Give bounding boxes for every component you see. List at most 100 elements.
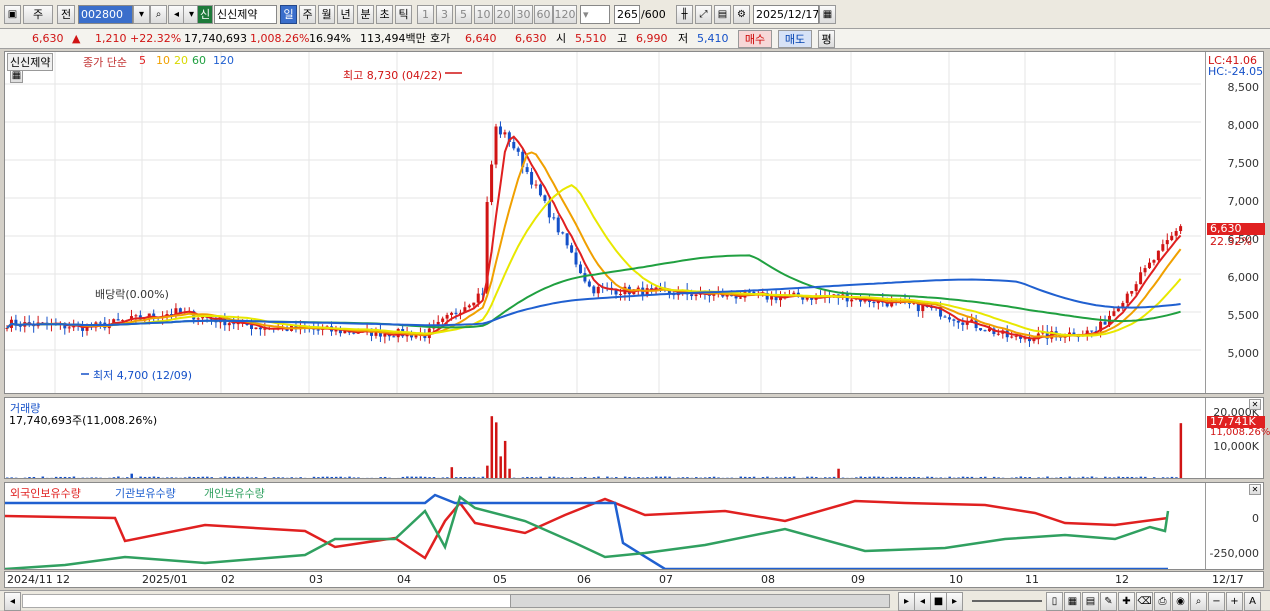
- volume-bar: [451, 467, 454, 478]
- ma-10[interactable]: 10: [156, 54, 170, 67]
- zoom-slider[interactable]: [972, 600, 1042, 602]
- price-panel[interactable]: LC:41.06 HC:-24.05 8,500 8,000 7,500 7,0…: [4, 51, 1264, 394]
- volume-bar: [908, 477, 911, 478]
- minute-60[interactable]: 60: [534, 5, 553, 24]
- play-icon[interactable]: ▸: [898, 592, 915, 611]
- step-back-icon[interactable]: ◂: [914, 592, 931, 611]
- panel-close-icon[interactable]: ✕: [1249, 399, 1261, 410]
- tool-icon[interactable]: ⤢: [695, 5, 712, 24]
- volume-bar: [628, 477, 631, 478]
- draw-icon[interactable]: ✎: [1100, 592, 1117, 611]
- stock-name-field[interactable]: 신신제약: [214, 5, 277, 24]
- magnifier-icon[interactable]: ⌕: [1190, 592, 1207, 611]
- volume-bar: [917, 477, 920, 478]
- volume-bar: [860, 477, 863, 478]
- volume-value: 17,740,693주(11,008.26%): [9, 412, 157, 428]
- ma-5[interactable]: 5: [139, 54, 146, 67]
- y-tick: 6,000: [1228, 271, 1260, 284]
- minute-10[interactable]: 10: [474, 5, 493, 24]
- ma-20[interactable]: 20: [174, 54, 188, 67]
- font-size-icon[interactable]: A: [1244, 592, 1261, 611]
- ma-label[interactable]: 종가 단순: [83, 54, 127, 70]
- ma-60[interactable]: 60: [192, 54, 206, 67]
- candle-body: [1010, 337, 1013, 338]
- settings-icon[interactable]: ⚙: [733, 5, 750, 24]
- print-icon[interactable]: ⎙: [1154, 592, 1171, 611]
- holding-panel[interactable]: 0 -250,000 외국인보유수량 기관보유수량 개인보유수량 ✕: [4, 482, 1264, 570]
- calendar-icon[interactable]: ▦: [819, 5, 836, 24]
- volume-chart[interactable]: [5, 398, 1201, 478]
- bar-count-input[interactable]: 265: [614, 5, 640, 24]
- scrollbar-thumb[interactable]: [510, 594, 890, 608]
- minute-5[interactable]: 5: [455, 5, 472, 24]
- camera-icon[interactable]: ◉: [1172, 592, 1189, 611]
- volume-bar: [833, 477, 836, 478]
- institution-holding-label[interactable]: 기관보유수량: [115, 485, 176, 501]
- volume-bar: [957, 477, 960, 478]
- minute-120[interactable]: 120: [553, 5, 577, 24]
- volume-bar: [1122, 477, 1125, 478]
- volume-bar: [1117, 477, 1120, 478]
- date-input[interactable]: 2025/12/17: [753, 5, 819, 24]
- volume-bar: [740, 477, 743, 478]
- grid-icon[interactable]: ▦: [1064, 592, 1081, 611]
- minute-1[interactable]: 1: [417, 5, 434, 24]
- eraser-icon[interactable]: ⌫: [1136, 592, 1153, 611]
- x-label: 12: [56, 573, 70, 586]
- individual-holding-label[interactable]: 개인보유수량: [204, 485, 265, 501]
- candle-icon[interactable]: ╫: [676, 5, 693, 24]
- period-tick[interactable]: 틱: [395, 5, 412, 24]
- candle-body: [557, 218, 560, 233]
- code-dropdown-icon[interactable]: ▾: [133, 5, 150, 24]
- minute-20[interactable]: 20: [494, 5, 513, 24]
- period-second[interactable]: 초: [376, 5, 393, 24]
- buy-button[interactable]: 매수: [738, 30, 772, 48]
- volume-bar: [428, 477, 431, 478]
- minute-3[interactable]: 3: [436, 5, 453, 24]
- menu-icon[interactable]: ▣: [4, 5, 21, 24]
- minute-30[interactable]: 30: [514, 5, 533, 24]
- volume-bar: [1131, 477, 1134, 478]
- split-icon[interactable]: ▯: [1046, 592, 1063, 611]
- stock-code-input[interactable]: 002800: [78, 5, 133, 24]
- period-minute[interactable]: 분: [357, 5, 374, 24]
- period-year[interactable]: 년: [337, 5, 354, 24]
- volume-bar: [228, 477, 231, 478]
- foreign-holding-label[interactable]: 외국인보유수량: [10, 485, 81, 501]
- volume-bar: [28, 477, 31, 478]
- avg-button[interactable]: 평: [818, 30, 835, 48]
- period-day[interactable]: 일: [280, 5, 297, 24]
- volume-bar: [1113, 477, 1116, 478]
- sell-button[interactable]: 매도: [778, 30, 812, 48]
- candle-body: [454, 313, 457, 314]
- price-chart[interactable]: [5, 52, 1201, 393]
- fast-forward-icon[interactable]: ▸: [946, 592, 963, 611]
- stock-name-tag[interactable]: 신신제약: [7, 53, 53, 71]
- search-icon[interactable]: ⌕: [150, 5, 167, 24]
- zoom-out-icon[interactable]: −: [1208, 592, 1225, 611]
- holding-chart[interactable]: [5, 483, 1201, 569]
- interval-dropdown[interactable]: ▾: [580, 5, 610, 24]
- mode-select-1[interactable]: 주: [23, 5, 53, 24]
- volume-panel[interactable]: 20,000K 10,000K 17,741K 11,008.26% 거래량 1…: [4, 397, 1264, 479]
- layout-icon[interactable]: ▤: [1082, 592, 1099, 611]
- volume-bar: [597, 477, 600, 478]
- candle-body: [1135, 284, 1138, 291]
- candle-body: [961, 323, 964, 325]
- zoom-in-icon[interactable]: +: [1226, 592, 1243, 611]
- period-month[interactable]: 월: [318, 5, 335, 24]
- scroll-left-icon[interactable]: ◂: [4, 592, 21, 611]
- candle-body: [948, 317, 951, 319]
- panel-close-icon[interactable]: ✕: [1249, 484, 1261, 495]
- save-icon[interactable]: ▤: [714, 5, 731, 24]
- ma-120[interactable]: 120: [213, 54, 234, 67]
- stop-icon[interactable]: ■: [930, 592, 947, 611]
- x-current-date: 12/17: [1212, 573, 1244, 586]
- crosshair-icon[interactable]: ✚: [1118, 592, 1135, 611]
- volume-bar: [406, 477, 409, 478]
- table-icon[interactable]: ▦: [10, 70, 23, 83]
- mode-select-2[interactable]: 전: [57, 5, 75, 24]
- scrollbar-track[interactable]: [22, 594, 512, 608]
- period-week[interactable]: 주: [299, 5, 316, 24]
- x-label: 2025/01: [142, 573, 188, 586]
